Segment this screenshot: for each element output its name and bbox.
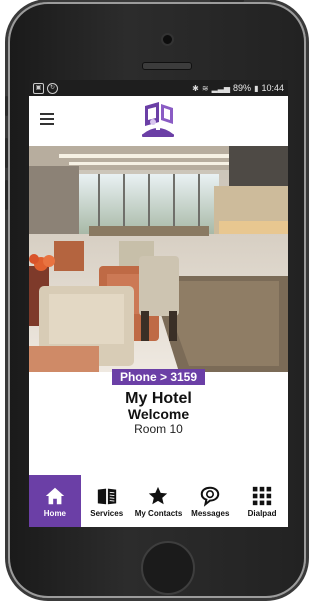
tab-home-label: Home (43, 508, 67, 518)
room-info: Phone > 3159 My Hotel Welcome Room 10 (29, 369, 288, 437)
home-hardware-button[interactable] (141, 541, 195, 595)
signal-icon: ▂▃▅ (211, 83, 231, 93)
sync-icon: ↻ (47, 82, 58, 94)
tab-dialpad[interactable]: Dialpad (236, 475, 288, 527)
welcome-text: Welcome (127, 406, 190, 422)
tab-messages[interactable]: Messages (184, 475, 236, 527)
tab-services[interactable]: Services (81, 475, 133, 527)
volume-down-button (5, 180, 8, 210)
notification-icon: ▣ (33, 82, 44, 94)
bottom-tab-bar: Home Services My Contacts Messages Dialp… (29, 475, 288, 527)
power-button (210, 0, 244, 2)
room-number: Room 10 (134, 422, 183, 436)
status-bar: ▣ ↻ ✱ ≋ ▂▃▅ 89% ▮ 10:44 (29, 80, 288, 96)
hotel-lobby-photo (29, 146, 288, 372)
app-header (29, 96, 288, 146)
battery-icon: ▮ (254, 83, 259, 93)
tab-home[interactable]: Home (29, 475, 81, 527)
earpiece (142, 62, 192, 70)
clock: 10:44 (261, 83, 284, 93)
hamburger-menu-icon[interactable] (40, 113, 54, 125)
star-icon (149, 486, 168, 504)
battery-percent: 89% (233, 83, 252, 93)
tab-services-label: Services (90, 508, 124, 518)
book-icon (97, 488, 116, 504)
wifi-icon: ≋ (201, 83, 209, 93)
bluetooth-icon: ✱ (192, 83, 199, 93)
hotel-name: My Hotel (125, 390, 192, 407)
tab-my-contacts[interactable]: My Contacts (133, 475, 185, 527)
home-icon (45, 487, 65, 504)
app-logo (139, 100, 179, 142)
app-screen: ▣ ↻ ✱ ≋ ▂▃▅ 89% ▮ 10:44 Phone > 3159 My … (29, 80, 288, 527)
tab-messages-label: Messages (191, 508, 230, 518)
mute-switch (5, 96, 8, 116)
dialpad-grid-icon (252, 486, 272, 505)
speech-bubble-icon (201, 486, 220, 507)
tab-dialpad-label: Dialpad (247, 508, 277, 518)
phone-extension-badge: Phone > 3159 (111, 369, 206, 385)
tab-my-contacts-label: My Contacts (134, 508, 183, 518)
front-camera (161, 33, 174, 46)
volume-up-button (5, 138, 8, 168)
